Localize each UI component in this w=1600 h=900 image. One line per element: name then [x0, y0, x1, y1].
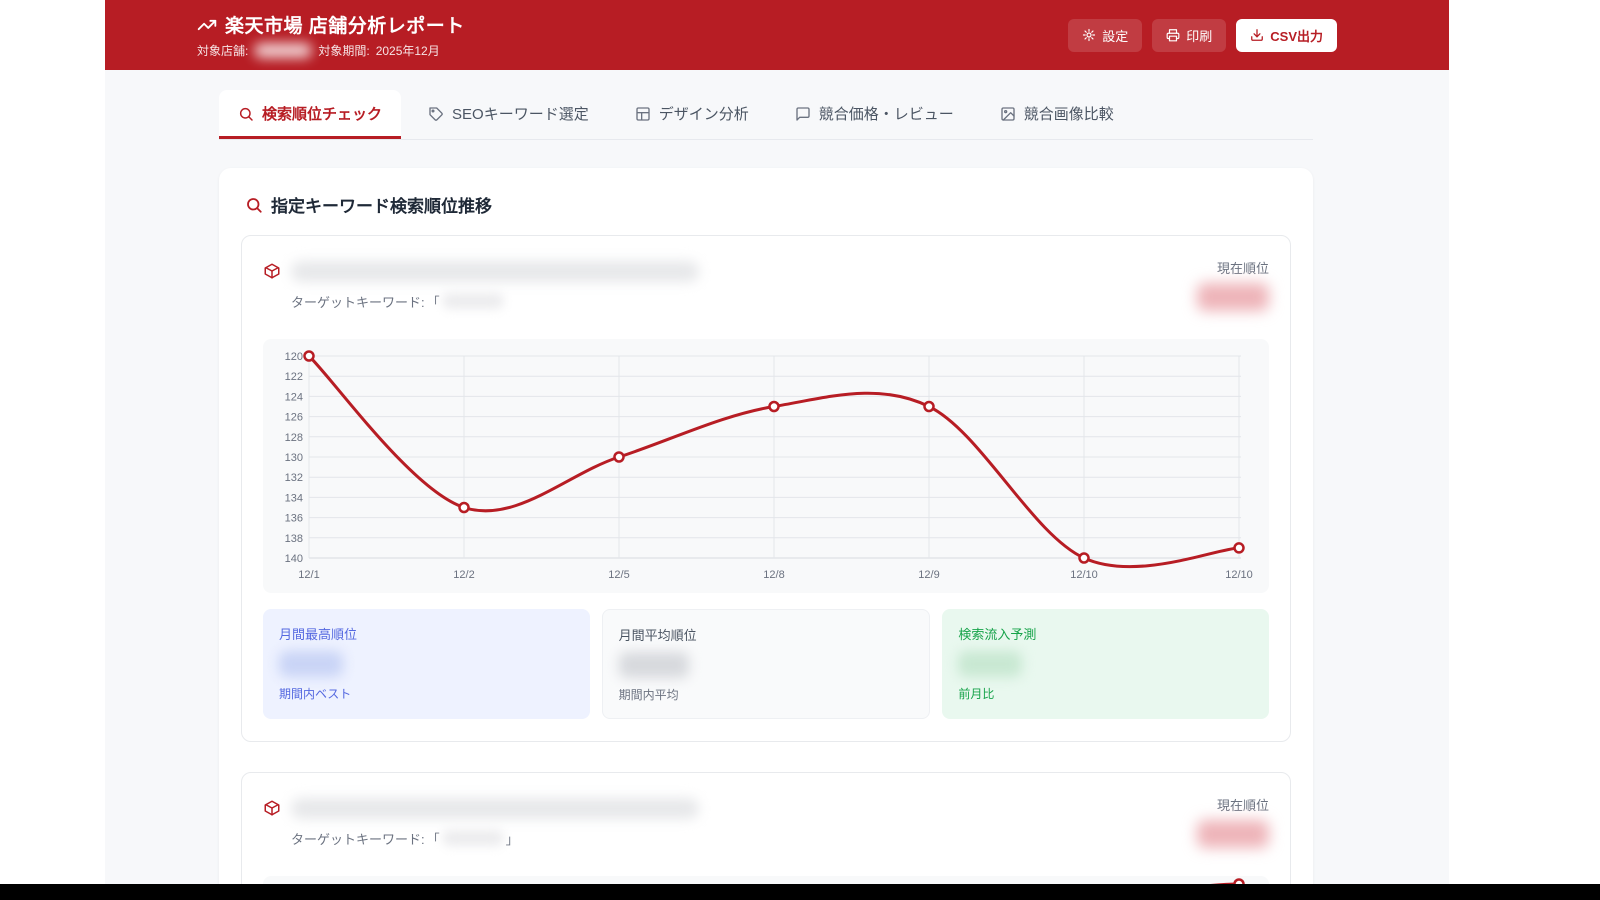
stat-card-traffic-forecast: 検索流入予測 前月比	[942, 609, 1270, 719]
app-title: 楽天市場 店舗分析レポート	[225, 16, 465, 37]
tab-competitor-price-review[interactable]: 競合価格・レビュー	[776, 90, 973, 139]
period-value: 2025年12月	[375, 44, 440, 58]
store-label: 対象店舗:	[197, 44, 249, 58]
package-icon	[264, 263, 280, 279]
tab-seo-keywords[interactable]: SEOキーワード選定	[409, 90, 608, 139]
tab-seo-keywords-label: SEOキーワード選定	[452, 106, 589, 123]
redacted-average-rank-value	[618, 652, 689, 678]
tab-design-analysis[interactable]: デザイン分析	[616, 90, 768, 139]
layout-grid-icon	[636, 106, 650, 121]
redacted-current-rank	[1197, 820, 1269, 848]
svg-text:120: 120	[285, 351, 303, 363]
redacted-store-name	[254, 43, 313, 58]
search-icon	[239, 107, 253, 121]
tab-rank-check[interactable]: 検索順位チェック	[219, 90, 402, 139]
csv-button-label: CSV出力	[1270, 28, 1323, 44]
target-keyword-row: ターゲットキーワード: 「 」	[291, 828, 699, 848]
svg-text:130: 130	[285, 452, 303, 464]
settings-button-label: 設定	[1102, 28, 1129, 44]
svg-text:12/1: 12/1	[298, 569, 319, 581]
svg-text:124: 124	[285, 391, 303, 403]
redacted-traffic-forecast-value	[958, 651, 1023, 677]
stat-traffic-forecast-title: 検索流入予測	[958, 627, 1037, 642]
stat-cards-row: 月間最高順位 期間内ベスト 月間平均順位 期間内平均 検索流入予測 前月比	[263, 609, 1270, 719]
tab-bar: 検索順位チェック SEOキーワード選定 デザイン分析 競合価格・レビュー 競合画…	[219, 90, 1313, 140]
redacted-current-rank	[1197, 283, 1269, 311]
stat-average-rank-title: 月間平均順位	[618, 628, 697, 643]
product-rank-panel-2: ターゲットキーワード: 「 」 現在順位 4	[241, 772, 1291, 884]
tag-icon	[429, 106, 443, 121]
rank-chart-container-2: 4	[263, 876, 1269, 884]
stat-card-average-rank: 月間平均順位 期間内平均	[601, 609, 931, 719]
screenshot-letterbox	[0, 884, 1600, 900]
print-button-label: 印刷	[1186, 28, 1213, 44]
svg-text:12/8: 12/8	[763, 569, 784, 581]
svg-text:12/10: 12/10	[1225, 569, 1253, 581]
header-title-block: 楽天市場 店舗分析レポート 対象店舗: 対象期間: 2025年12月	[197, 11, 465, 59]
rank-line-chart: 120 122 124 126 128 130 132 134 136 138 140 12/1 12/…	[285, 350, 1253, 581]
keyword-bracket-open: 「	[426, 294, 440, 310]
app-header: 楽天市場 店舗分析レポート 対象店舗: 対象期間: 2025年12月 設定 印刷	[105, 0, 1449, 70]
tab-design-analysis-label: デザイン分析	[658, 106, 749, 123]
section-title: 指定キーワード検索順位推移	[271, 197, 492, 216]
rank-chart-container: 120 122 124 126 128 130 132 134 136 138 140 12/1 12/…	[263, 339, 1269, 593]
trending-up-icon	[197, 19, 217, 30]
tab-competitor-price-review-label: 競合価格・レビュー	[818, 106, 954, 123]
svg-text:12/9: 12/9	[918, 569, 939, 581]
stat-best-rank-title: 月間最高順位	[279, 627, 358, 642]
redacted-best-rank-value	[279, 651, 343, 677]
report-app-window: 楽天市場 店舗分析レポート 対象店舗: 対象期間: 2025年12月 設定 印刷	[105, 0, 1449, 884]
print-button[interactable]: 印刷	[1152, 18, 1227, 52]
chat-icon	[796, 106, 810, 121]
svg-text:12/10: 12/10	[1070, 569, 1098, 581]
svg-text:12/2: 12/2	[453, 569, 474, 581]
redacted-keyword	[441, 830, 504, 846]
product-rank-panel-1: ターゲットキーワード: 「 現在順位 120 122 124 126 128 130 132…	[241, 235, 1291, 742]
svg-text:12/5: 12/5	[608, 569, 629, 581]
stat-card-best-rank: 月間最高順位 期間内ベスト	[263, 609, 590, 719]
keyword-bracket-open: 「	[426, 831, 440, 847]
image-icon	[1001, 106, 1015, 121]
keyword-bracket-close: 」	[505, 831, 519, 847]
header-subtitle: 対象店舗: 対象期間: 2025年12月	[197, 42, 465, 59]
section-title-row: 指定キーワード検索順位推移	[241, 192, 1291, 217]
current-rank-label: 現在順位	[1216, 798, 1269, 813]
keyword-label: ターゲットキーワード:	[291, 294, 425, 310]
tab-competitor-image-compare-label: 競合画像比較	[1023, 106, 1114, 123]
svg-text:140: 140	[285, 553, 303, 565]
tab-competitor-image-compare[interactable]: 競合画像比較	[981, 90, 1133, 139]
redacted-product-name	[291, 260, 699, 282]
search-icon	[247, 197, 262, 213]
tab-rank-check-label: 検索順位チェック	[262, 106, 383, 123]
target-keyword-row: ターゲットキーワード: 「	[291, 291, 699, 311]
stat-average-rank-subtitle: 期間内平均	[618, 688, 679, 702]
keyword-label: ターゲットキーワード:	[291, 831, 425, 847]
printer-icon	[1166, 29, 1180, 42]
csv-export-button[interactable]: CSV出力	[1236, 18, 1337, 52]
redacted-keyword	[441, 293, 504, 309]
header-buttons: 設定 印刷 CSV出力	[1068, 18, 1337, 52]
svg-text:122: 122	[285, 371, 303, 383]
screenshot-stage: 楽天市場 店舗分析レポート 対象店舗: 対象期間: 2025年12月 設定 印刷	[0, 0, 1600, 900]
svg-text:136: 136	[285, 513, 303, 525]
current-rank-label: 現在順位	[1216, 261, 1269, 276]
settings-button[interactable]: 設定	[1068, 18, 1143, 52]
svg-text:132: 132	[285, 472, 303, 484]
svg-text:126: 126	[285, 412, 303, 424]
svg-text:128: 128	[285, 432, 303, 444]
rank-trend-card: 指定キーワード検索順位推移 ターゲットキーワード: 「 現在順位 120 122…	[219, 168, 1313, 884]
svg-text:138: 138	[285, 533, 303, 545]
period-label: 対象期間:	[318, 44, 370, 58]
stat-traffic-forecast-subtitle: 前月比	[958, 687, 995, 701]
stat-best-rank-subtitle: 期間内ベスト	[279, 687, 352, 701]
download-icon	[1251, 29, 1264, 41]
svg-text:134: 134	[285, 492, 303, 504]
package-icon	[264, 800, 280, 816]
rank-line-chart-2: 4	[1210, 878, 1245, 884]
gear-icon	[1083, 28, 1096, 42]
redacted-product-name	[291, 797, 699, 819]
